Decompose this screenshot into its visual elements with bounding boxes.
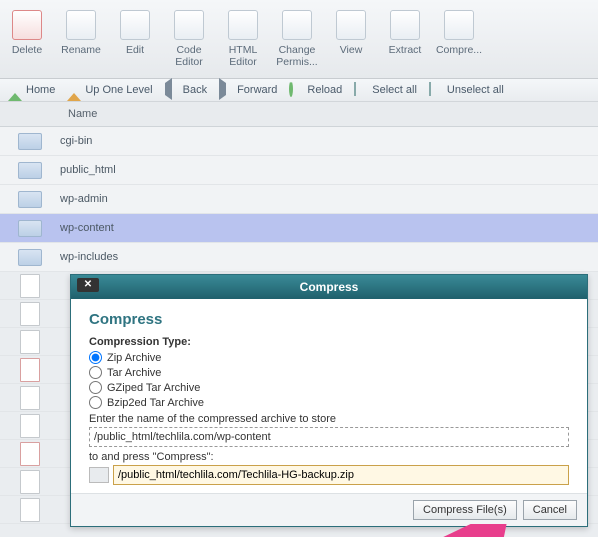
option-tar[interactable]: Tar Archive [89, 366, 569, 379]
file-icon [20, 330, 40, 354]
dialog-close-button[interactable]: ✕ [77, 278, 99, 292]
option-gzip[interactable]: GZiped Tar Archive [89, 381, 569, 394]
dialog-heading: Compress [89, 311, 569, 328]
compress-icon [444, 10, 474, 40]
table-row[interactable]: cgi-bin [0, 127, 598, 156]
reload-icon [289, 83, 303, 97]
file-icon [20, 442, 40, 466]
rename-button[interactable]: Rename [54, 6, 108, 66]
html-editor-icon [228, 10, 258, 40]
nav-unselect-all[interactable]: Unselect all [429, 83, 504, 97]
nav-select-all[interactable]: Select all [354, 83, 417, 97]
column-name[interactable]: Name [60, 102, 598, 126]
row-name: wp-includes [60, 251, 598, 263]
code-editor-button[interactable]: Code Editor [162, 6, 216, 78]
navigation-bar: Home Up One Level Back Forward Reload Se… [0, 79, 598, 102]
file-manager-window: { "toolbar": { "delete": "Delete", "rena… [0, 0, 598, 537]
source-path-display: /public_html/techlila.com/wp-content [89, 427, 569, 447]
radio-bzip2[interactable] [89, 396, 102, 409]
arrow-left-icon [165, 83, 179, 97]
delete-icon [12, 10, 42, 40]
compression-type-label: Compression Type: [89, 336, 569, 348]
nav-forward[interactable]: Forward [219, 83, 277, 97]
file-icon [20, 358, 40, 382]
radio-zip[interactable] [89, 351, 102, 364]
row-name: wp-content [60, 222, 598, 234]
compress-dialog: ✕ Compress Compress Compression Type: Zi… [70, 274, 588, 527]
file-icon [20, 498, 40, 522]
dialog-title-bar: ✕ Compress [71, 275, 587, 299]
option-zip[interactable]: Zip Archive [89, 351, 569, 364]
row-name: wp-admin [60, 193, 598, 205]
nav-home[interactable]: Home [8, 83, 55, 97]
home-path-icon [89, 467, 109, 483]
arrow-right-icon [219, 83, 233, 97]
output-path-input[interactable] [113, 465, 569, 485]
table-row[interactable]: wp-admin [0, 185, 598, 214]
file-icon [20, 414, 40, 438]
home-icon [8, 83, 22, 97]
nav-reload[interactable]: Reload [289, 83, 342, 97]
table-header: Name [0, 102, 598, 127]
table-row[interactable]: wp-includes [0, 243, 598, 272]
edit-icon [120, 10, 150, 40]
rename-icon [66, 10, 96, 40]
key-icon [282, 10, 312, 40]
extract-icon [390, 10, 420, 40]
compress-files-button[interactable]: Compress File(s) [413, 500, 517, 520]
uncheck-icon [429, 83, 443, 97]
nav-back[interactable]: Back [165, 83, 207, 97]
compress-button[interactable]: Compre... [432, 6, 486, 66]
enter-name-label: Enter the name of the compressed archive… [89, 413, 569, 425]
option-bzip2[interactable]: Bzip2ed Tar Archive [89, 396, 569, 409]
check-icon [354, 83, 368, 97]
row-name: public_html [60, 164, 598, 176]
radio-tar[interactable] [89, 366, 102, 379]
main-toolbar: Delete Rename Edit Code Editor HTML Edit… [0, 0, 598, 79]
press-compress-label: to and press "Compress": [89, 451, 569, 463]
file-icon [20, 470, 40, 494]
folder-icon [18, 133, 42, 150]
file-icon [20, 274, 40, 298]
change-permissions-button[interactable]: Change Permis... [270, 6, 324, 78]
delete-button[interactable]: Delete [0, 6, 54, 66]
cancel-button[interactable]: Cancel [523, 500, 577, 520]
file-list: cgi-bin public_html wp-admin wp-content wp-i… [0, 127, 598, 272]
file-icon [20, 386, 40, 410]
folder-icon [18, 220, 42, 237]
dialog-title: Compress [300, 280, 359, 294]
folder-icon [18, 162, 42, 179]
file-icon [20, 302, 40, 326]
table-row[interactable]: public_html [0, 156, 598, 185]
nav-up[interactable]: Up One Level [67, 83, 152, 97]
up-icon [67, 83, 81, 97]
radio-gzip[interactable] [89, 381, 102, 394]
dialog-footer: Compress File(s) Cancel [71, 493, 587, 526]
row-name: cgi-bin [60, 135, 598, 147]
folder-icon [18, 191, 42, 208]
edit-button[interactable]: Edit [108, 6, 162, 66]
extract-button[interactable]: Extract [378, 6, 432, 66]
html-editor-button[interactable]: HTML Editor [216, 6, 270, 78]
folder-icon [18, 249, 42, 266]
view-button[interactable]: View [324, 6, 378, 66]
magnifier-icon [336, 10, 366, 40]
code-editor-icon [174, 10, 204, 40]
table-row[interactable]: wp-content [0, 214, 598, 243]
